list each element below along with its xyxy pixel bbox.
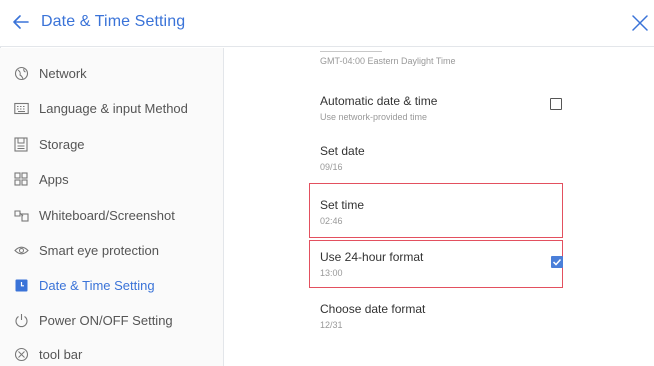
timezone-value: GMT-04:00 Eastern Daylight Time [320, 56, 456, 66]
row-title: Set date [320, 144, 365, 158]
close-icon[interactable] [628, 9, 652, 37]
sidebar-item-label: Date & Time Setting [39, 277, 155, 293]
sidebar-item-label: Whiteboard/Screenshot [39, 207, 175, 223]
set-date-row[interactable]: Set date 09/16 [320, 144, 620, 172]
row-value: 13:00 [320, 268, 343, 278]
back-arrow-icon[interactable] [10, 11, 32, 33]
sidebar-item-label: Apps [39, 171, 69, 187]
clock-icon [13, 277, 29, 293]
power-icon [13, 312, 29, 328]
page-title: Date & Time Setting [41, 13, 186, 30]
row-value: 09/16 [320, 162, 343, 172]
storage-icon [13, 136, 29, 152]
row-title: Use 24-hour format [320, 250, 424, 264]
row-subtitle: Use network-provided time [320, 112, 428, 122]
toolbar-icon [13, 346, 29, 362]
sidebar-item-network[interactable]: Network [0, 56, 224, 90]
sidebar-item-label: Language & input Method [39, 100, 188, 116]
row-title: Choose date format [320, 302, 426, 316]
automatic-date-time-checkbox[interactable] [550, 98, 562, 110]
use-24-hour-row[interactable]: Use 24-hour format 13:00 [320, 250, 620, 278]
date-format-row[interactable]: Choose date format 12/31 [320, 302, 620, 330]
sidebar-item-label: Network [39, 65, 87, 81]
sidebar-item-eye-protection[interactable]: Smart eye protection [0, 233, 224, 267]
row-value: 12/31 [320, 320, 343, 330]
sidebar-item-whiteboard[interactable]: Whiteboard/Screenshot [0, 198, 224, 232]
row-title: Set time [320, 198, 365, 212]
sidebar-item-date-time[interactable]: Date & Time Setting [0, 268, 224, 302]
sidebar-item-language[interactable]: Language & input Method [0, 91, 224, 125]
sidebar-item-label: Power ON/OFF Setting [39, 312, 173, 328]
automatic-date-time-row[interactable]: Automatic date & time Use network-provid… [320, 94, 620, 122]
sidebar-item-storage[interactable]: Storage [0, 127, 224, 161]
use-24-hour-checkbox[interactable] [551, 256, 563, 268]
sidebar-item-toolbar[interactable]: tool bar [0, 337, 224, 366]
apps-grid-icon [13, 171, 29, 187]
settings-content: GMT-04:00 Eastern Daylight Time Automati… [225, 48, 654, 366]
sidebar-item-label: tool bar [39, 346, 83, 362]
sidebar-item-power[interactable]: Power ON/OFF Setting [0, 303, 224, 337]
whiteboard-icon [13, 207, 29, 223]
sidebar-item-label: Smart eye protection [39, 242, 159, 258]
checkmark-icon [552, 258, 562, 266]
row-title: Automatic date & time [320, 94, 438, 108]
eye-icon [13, 242, 29, 258]
timezone-row[interactable]: GMT-04:00 Eastern Daylight Time [320, 48, 620, 66]
sidebar-item-apps[interactable]: Apps [0, 162, 224, 196]
sidebar-item-label: Storage [39, 136, 85, 152]
header-bar: Date & Time Setting [0, 0, 654, 47]
globe-icon [13, 65, 29, 81]
set-time-row[interactable]: Set time 02:46 [320, 198, 620, 226]
settings-sidebar: Network Language & input Method Storage … [0, 48, 224, 366]
row-value: 02:46 [320, 216, 343, 226]
keyboard-icon [13, 100, 29, 116]
